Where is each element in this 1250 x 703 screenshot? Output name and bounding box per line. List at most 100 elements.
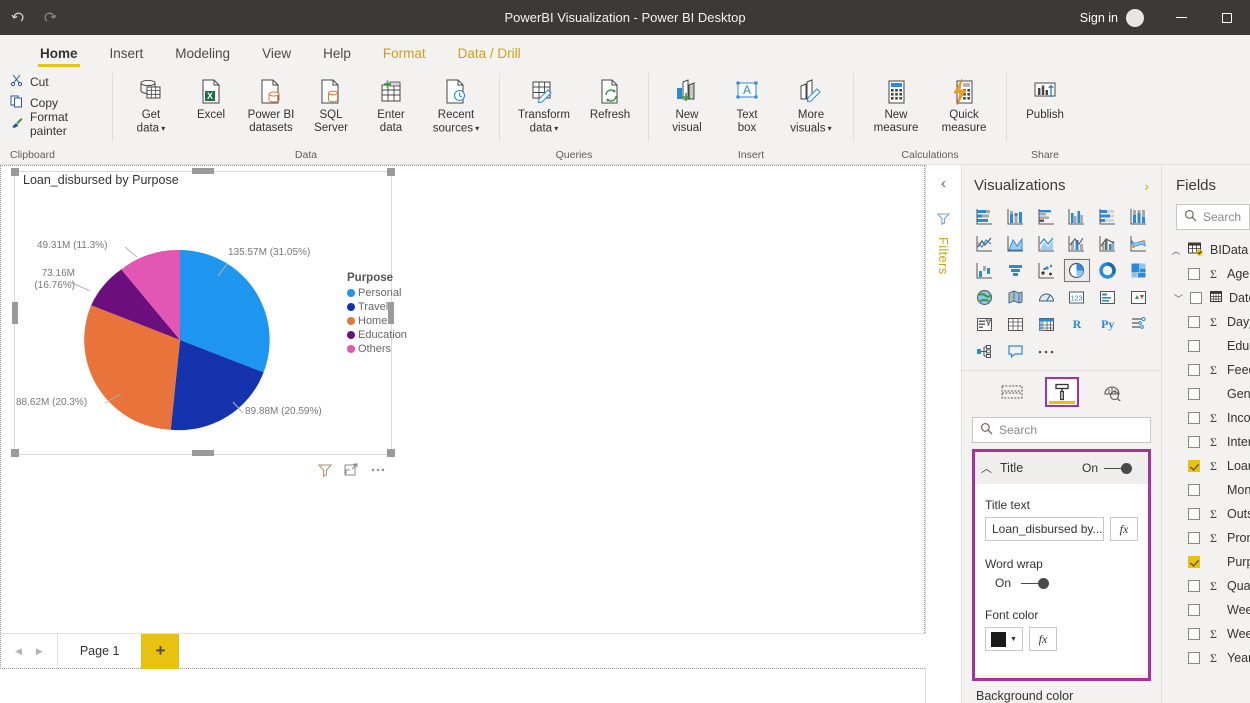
prev-page-icon[interactable]: ◀ — [15, 646, 22, 657]
field-row-loan-disbursed[interactable]: Σ Loan_dis — [1162, 454, 1250, 478]
chevron-up-icon[interactable]: ︿ — [1170, 244, 1182, 257]
field-checkbox-month[interactable] — [1188, 484, 1200, 496]
font-color-picker[interactable]: ▼ — [985, 627, 1023, 651]
title-toggle-switch[interactable] — [1104, 463, 1132, 474]
multi-row-card-icon[interactable] — [1093, 285, 1122, 310]
ribbon-chart-icon[interactable] — [1124, 231, 1153, 256]
title-text-input[interactable]: Loan_disbursed by... — [985, 517, 1104, 541]
stacked-area-chart-icon[interactable] — [1032, 231, 1061, 256]
field-checkbox-gender[interactable] — [1188, 388, 1200, 400]
key-influencers-icon[interactable] — [1124, 312, 1153, 337]
paint-roller-icon[interactable] — [1045, 377, 1079, 407]
area-chart-icon[interactable] — [1001, 231, 1030, 256]
excel-button[interactable]: X Excel — [181, 73, 241, 124]
word-wrap-switch[interactable] — [1021, 578, 1049, 589]
field-row-day-mo[interactable]: Σ Day_mo — [1162, 310, 1250, 334]
field-checkbox-year[interactable] — [1188, 652, 1200, 664]
slicer-icon[interactable] — [970, 312, 999, 337]
format-painter-button[interactable]: Format painter — [6, 113, 104, 134]
more-options-icon[interactable] — [370, 463, 386, 480]
tab-format[interactable]: Format — [367, 42, 442, 67]
tab-data-drill[interactable]: Data / Drill — [442, 42, 537, 67]
clustered-bar-chart-icon[interactable] — [1032, 204, 1061, 229]
chevron-right-icon[interactable]: › — [1144, 178, 1149, 194]
maximize-icon[interactable] — [1204, 0, 1250, 35]
card-icon[interactable]: 123 — [1063, 285, 1092, 310]
field-row-age[interactable]: Σ Age — [1162, 262, 1250, 286]
transform-data-button[interactable]: Transform data ▾ — [508, 73, 580, 138]
chevron-up-icon[interactable]: ︿ — [981, 460, 992, 476]
more-visuals-button[interactable]: More visuals ▾ — [777, 73, 845, 138]
100-stacked-column-chart-icon[interactable] — [1124, 204, 1153, 229]
stacked-bar-chart-icon[interactable] — [970, 204, 999, 229]
redo-icon[interactable] — [41, 9, 58, 26]
resize-handle-top-center[interactable] — [192, 168, 214, 174]
cut-button[interactable]: Cut — [6, 71, 53, 92]
publish-button[interactable]: Publish — [1015, 73, 1075, 124]
legend-item-others[interactable]: Others — [347, 343, 417, 355]
pie-chart-plot[interactable]: 135.57M (31.05%) 89.88M (20.59%) 88.62M … — [15, 190, 345, 456]
field-checkbox-loan-disbursed[interactable] — [1188, 460, 1200, 472]
field-row-quarter[interactable]: Σ Quarter — [1162, 574, 1250, 598]
chevron-down-icon[interactable]: ▾ — [825, 124, 831, 133]
table-icon[interactable] — [1001, 312, 1030, 337]
field-row-outstanding[interactable]: Σ Outstan — [1162, 502, 1250, 526]
tab-view[interactable]: View — [246, 42, 307, 67]
page-tab-page-1[interactable]: Page 1 — [58, 634, 142, 669]
field-checkbox-purpose[interactable] — [1188, 556, 1200, 568]
field-checkbox-education[interactable] — [1188, 340, 1200, 352]
legend-item-home[interactable]: Home — [347, 315, 417, 327]
tab-help[interactable]: Help — [307, 42, 367, 67]
donut-chart-icon[interactable] — [1093, 258, 1122, 283]
chevron-down-icon[interactable]: ▾ — [159, 124, 165, 133]
field-row-weekday[interactable]: Σ Weekda — [1162, 598, 1250, 622]
resize-handle-bottom-right[interactable] — [387, 449, 395, 457]
quick-measure-button[interactable]: Quick measure — [930, 73, 998, 137]
sign-in-button[interactable]: Sign in — [1072, 11, 1126, 25]
fields-search-input[interactable]: Search — [1176, 204, 1250, 230]
resize-handle-middle-left[interactable] — [12, 302, 18, 324]
chevron-down-icon[interactable]: ▾ — [552, 124, 558, 133]
field-row-purpose[interactable]: Σ Purpose — [1162, 550, 1250, 574]
treemap-icon[interactable] — [1124, 258, 1153, 283]
legend-item-education[interactable]: Education — [347, 329, 417, 341]
kpi-icon[interactable] — [1124, 285, 1153, 310]
chevron-down-icon[interactable]: ▾ — [473, 124, 479, 133]
resize-handle-middle-right[interactable] — [388, 302, 394, 324]
resize-handle-top-right[interactable] — [387, 168, 395, 176]
fields-table-bidata[interactable]: ︿ BIData — [1162, 238, 1250, 262]
format-title-card-header[interactable]: ︿ Title On — [975, 452, 1148, 484]
chevron-down-icon[interactable]: ▼ — [1010, 636, 1017, 643]
scatter-chart-icon[interactable] — [1032, 258, 1061, 283]
format-search-input[interactable]: Search — [972, 417, 1151, 443]
filled-map-icon[interactable] — [1001, 285, 1030, 310]
field-row-year[interactable]: Σ Year — [1162, 646, 1250, 670]
field-row-date[interactable]: ﹀ Date — [1162, 286, 1250, 310]
tab-insert[interactable]: Insert — [94, 42, 160, 67]
avatar-icon[interactable] — [1126, 9, 1144, 27]
text-box-button[interactable]: A Text box — [717, 73, 777, 137]
recent-sources-button[interactable]: Recent sources ▾ — [421, 73, 491, 138]
field-row-income[interactable]: Σ Income — [1162, 406, 1250, 430]
add-page-button[interactable]: + — [141, 634, 179, 669]
stacked-column-chart-icon[interactable] — [1001, 204, 1030, 229]
field-checkbox-quarter[interactable] — [1188, 580, 1200, 592]
more-visuals-ellipsis-icon[interactable] — [1032, 339, 1061, 364]
field-checkbox-date[interactable] — [1190, 292, 1202, 304]
resize-handle-bottom-left[interactable] — [11, 449, 19, 457]
tab-home[interactable]: Home — [24, 42, 94, 67]
sql-server-button[interactable]: SQL Server — [301, 73, 361, 137]
field-checkbox-day-mo[interactable] — [1188, 316, 1200, 328]
decomposition-tree-icon[interactable] — [970, 339, 999, 364]
field-row-weeknum[interactable]: Σ Weeknu — [1162, 622, 1250, 646]
field-checkbox-age[interactable] — [1188, 268, 1200, 280]
legend-item-personal[interactable]: Personal — [347, 287, 417, 299]
matrix-icon[interactable] — [1032, 312, 1061, 337]
pie-chart-visual[interactable]: Loan_disbursed by Purpose — [14, 171, 392, 455]
refresh-button[interactable]: Refresh — [580, 73, 640, 124]
font-color-fx-button[interactable]: fx — [1029, 627, 1057, 651]
clustered-column-chart-icon[interactable] — [1063, 204, 1092, 229]
fields-pane-icon[interactable] — [997, 379, 1027, 405]
field-checkbox-interest[interactable] — [1188, 436, 1200, 448]
minimize-icon[interactable] — [1158, 0, 1204, 35]
